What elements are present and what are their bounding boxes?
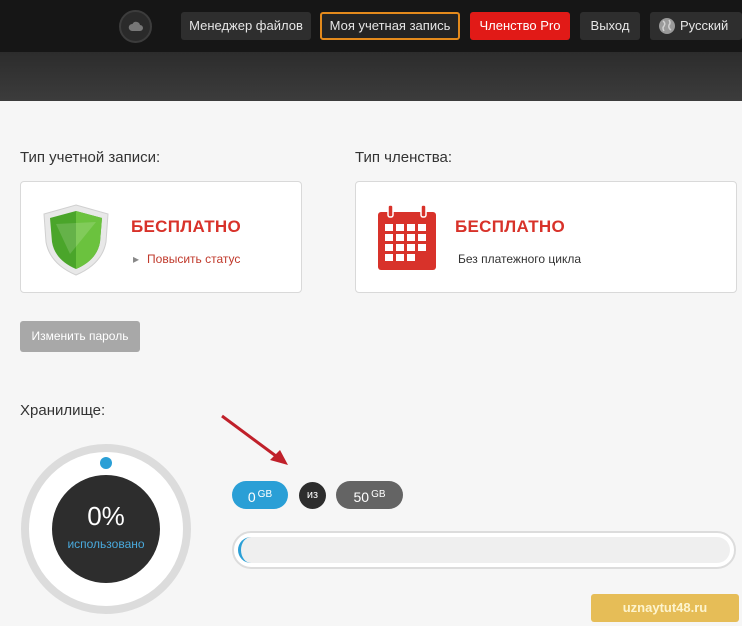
watermark: uznaytut48.ru — [591, 594, 739, 622]
storage-total-pill: 50 GB — [336, 481, 403, 509]
storage-used-value: 0 — [247, 489, 256, 505]
storage-gauge: 0% использовано — [21, 444, 191, 614]
account-type-card: БЕСПЛАТНО Повысить статус — [20, 181, 302, 293]
storage-used-pill: 0 GB — [232, 481, 288, 509]
storage-used-unit: GB — [257, 489, 273, 500]
sub-header-band — [0, 52, 742, 101]
language-label: Русский — [680, 18, 729, 33]
storage-total-value: 50 — [353, 489, 370, 505]
storage-label: Хранилище: — [20, 402, 106, 419]
membership-type-label: Тип членства: — [355, 149, 453, 166]
calendar-icon — [378, 204, 436, 270]
storage-progress-fill — [238, 537, 730, 563]
account-type-value: БЕСПЛАТНО — [131, 217, 241, 236]
billing-cycle-text: Без платежного цикла — [458, 252, 582, 266]
membership-type-value: БЕСПЛАТНО — [455, 217, 565, 236]
account-type-label: Тип учетной записи: — [20, 149, 161, 166]
membership-type-card: БЕСПЛАТНО Без платежного цикла — [355, 181, 737, 293]
change-password-button[interactable]: Изменить пароль — [20, 321, 140, 352]
storage-progress-bar — [232, 531, 736, 569]
storage-used-label: использовано — [67, 537, 145, 551]
top-nav-bar: Менеджер файлов Моя учетная запись Членс… — [0, 0, 742, 52]
storage-total-unit: GB — [371, 489, 386, 500]
shield-icon — [43, 204, 109, 276]
globe-icon — [659, 18, 675, 34]
arrow-annotation — [221, 414, 288, 465]
language-selector[interactable]: Русский — [650, 12, 742, 40]
logout-button[interactable]: Выход — [580, 12, 640, 40]
pro-membership-button[interactable]: Членство Pro — [470, 12, 570, 40]
storage-gauge-center: 0% использовано — [52, 475, 160, 583]
my-account-button[interactable]: Моя учетная запись — [320, 12, 460, 40]
cloud-logo-icon[interactable] — [119, 10, 152, 43]
storage-of-badge: из — [299, 482, 326, 509]
gauge-indicator-dot — [100, 457, 112, 469]
file-manager-button[interactable]: Менеджер файлов — [181, 12, 311, 40]
upgrade-status-link[interactable]: Повысить статус — [133, 252, 240, 266]
storage-percent: 0% — [87, 501, 125, 531]
